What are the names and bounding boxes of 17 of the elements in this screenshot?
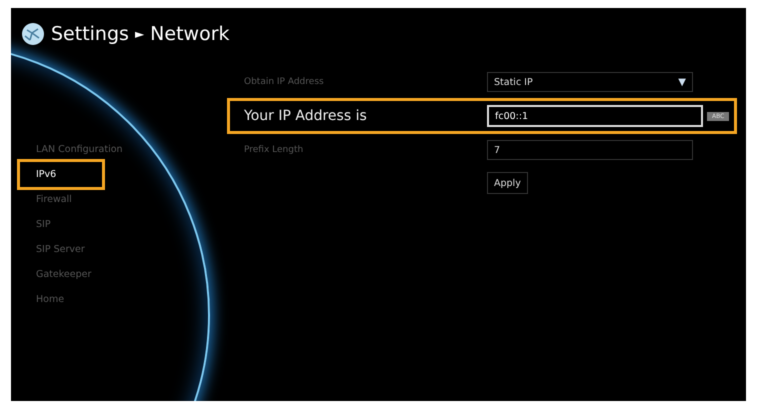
sidebar-item[interactable]: LAN Configuration: [17, 137, 126, 162]
sidebar-item[interactable]: Gatekeeper: [17, 262, 94, 287]
breadcrumb-text: Settings: [51, 23, 129, 45]
sidebar-item[interactable]: SIP Server: [17, 237, 88, 262]
breadcrumb-text: Network: [150, 23, 230, 45]
sidebar-item[interactable]: Home: [17, 287, 68, 312]
sidebar-item[interactable]: Firewall: [17, 187, 75, 212]
sidebar-item[interactable]: SIP: [17, 212, 54, 237]
apply-button[interactable]: Apply: [487, 172, 528, 194]
sidebar-item[interactable]: IPv6: [17, 159, 105, 190]
field-label: Prefix Length: [244, 145, 304, 155]
field-label: Obtain IP Address: [244, 77, 325, 87]
input-field[interactable]: 7: [487, 140, 693, 160]
field-label: Your IP Address is: [244, 108, 368, 124]
input-field[interactable]: fc00::1: [487, 105, 703, 127]
dropdown[interactable]: Static IP ▼: [487, 72, 693, 92]
breadcrumb-separator: ►: [134, 27, 144, 41]
